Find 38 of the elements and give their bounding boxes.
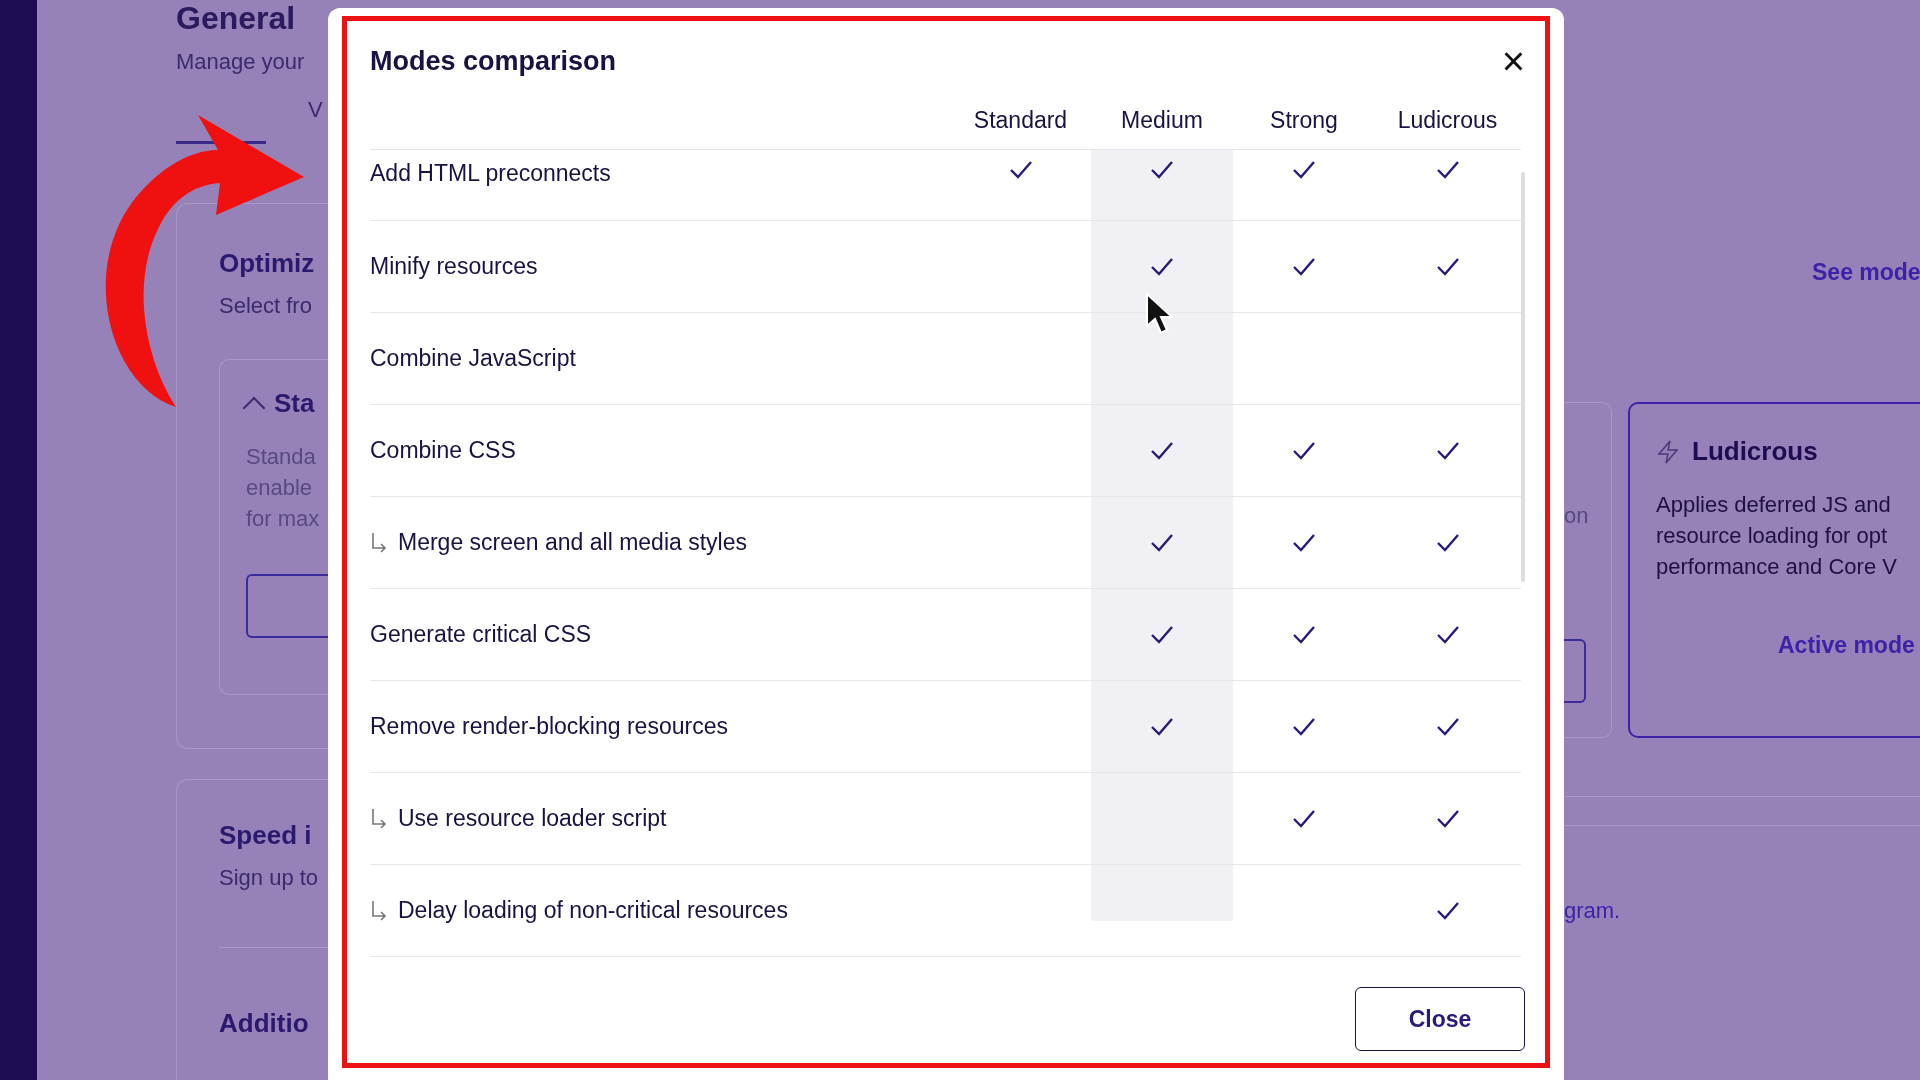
feature-label: Delay loading of non-critical resources	[398, 897, 788, 924]
feature-label: Remove render-blocking resources	[370, 713, 728, 740]
feature-label: Merge screen and all media styles	[398, 529, 747, 556]
column-header: Medium	[1120, 106, 1204, 135]
mode-description: Standa enable for max	[246, 443, 321, 533]
mode-title: Sta	[274, 388, 315, 419]
mode-card[interactable]: Ludicrous Applies deferred JS and resource loading for opt performance and Core V Active mode	[1628, 402, 1920, 738]
card-title: Speed i	[219, 820, 313, 851]
mode-description: Applies deferred JS and resource loading for opt performance and Core V	[1656, 491, 1898, 581]
card-subtitle: Select fro	[219, 293, 313, 319]
feature-label: Combine JavaScript	[370, 345, 576, 372]
cursor-icon	[1145, 292, 1175, 336]
feature-label: Add HTML preconnects	[370, 160, 611, 187]
feature-label: Combine CSS	[370, 437, 516, 464]
column-header: Standard	[972, 106, 1069, 135]
active-mode-label: Active mode	[1778, 632, 1916, 659]
link-text[interactable]: gram.	[1564, 898, 1621, 924]
feature-label: Generate critical CSS	[370, 621, 592, 648]
sub-item-arrow-icon	[370, 530, 388, 555]
column-header: Strong	[1269, 106, 1339, 135]
lightning-icon	[1656, 438, 1680, 465]
column-header: Ludicrous	[1396, 106, 1499, 135]
mode-button[interactable]	[1564, 639, 1586, 703]
see-modes-link[interactable]: See mode	[1812, 259, 1920, 286]
page-title: General	[176, 0, 297, 37]
card-title: Additio	[219, 1008, 310, 1039]
mode-description: on	[1564, 503, 1590, 529]
feature-label: Minify resources	[370, 253, 538, 280]
card-subtitle: Sign up to	[219, 865, 320, 891]
mode-title: Ludicrous	[1692, 436, 1818, 467]
feature-label: Use resource loader script	[398, 805, 667, 832]
card-title: Optimiz	[219, 248, 316, 279]
sub-item-arrow-icon	[370, 806, 388, 831]
sub-item-arrow-icon	[370, 898, 388, 923]
tab[interactable]: V	[308, 97, 323, 123]
dialog-title: Modes comparison	[370, 45, 617, 77]
page-subtitle: Manage your	[176, 49, 306, 75]
close-button[interactable]: Close	[1355, 987, 1525, 1051]
